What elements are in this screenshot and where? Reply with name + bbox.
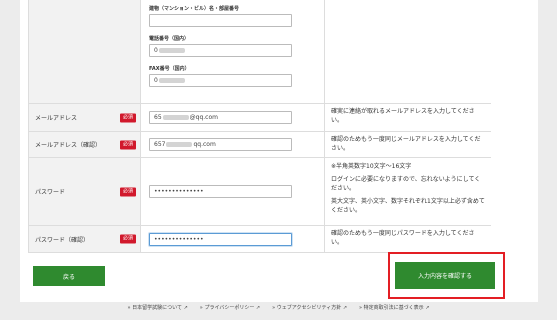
password-confirm-label: パスワード（確認） xyxy=(35,236,90,244)
required-badge: 必須 xyxy=(119,140,136,149)
address-row: 建物（マンション・ビル）名・部屋番号 電話番号（国内） 0 FAX番号（国内） … xyxy=(29,0,491,104)
building-label: 建物（マンション・ビル）名・部屋番号 xyxy=(149,6,240,12)
fax-input[interactable]: 0 xyxy=(149,74,292,87)
form-page: 建物（マンション・ビル）名・部屋番号 電話番号（国内） 0 FAX番号（国内） … xyxy=(20,0,538,302)
footer-links: » 日本留学試験について ↗ » プライバシーポリシー ↗ » ウェブアクセシビ… xyxy=(0,304,557,320)
phone-input[interactable]: 0 xyxy=(149,44,292,57)
password-confirm-value: •••••••••••••• xyxy=(154,235,204,243)
fax-label: FAX番号（国内） xyxy=(149,66,190,72)
password-label: パスワード xyxy=(35,189,66,196)
back-button[interactable]: 戻る xyxy=(33,266,105,286)
password-confirm-row: パスワード（確認） 必須 •••••••••••••• 確認のためもう一度同じパ… xyxy=(29,226,491,253)
email-row: メールアドレス 必須 65 @qq.com 確実に連絡が取れるメールアドレスを入… xyxy=(29,104,491,132)
email-confirm-label: メールアドレス（確認） xyxy=(35,142,102,149)
footer-link-accessibility[interactable]: » ウェブアクセシビリティ方針 ↗ xyxy=(272,304,347,320)
password-value: •••••••••••••• xyxy=(154,188,204,195)
password-note-chars: 英大文字、英小文字、数字それぞれ1文字以上必ず含めてください。 xyxy=(331,198,485,214)
password-confirm-note: 確認のためもう一度同じパスワードを入力してください。 xyxy=(331,230,475,246)
redacted-phone xyxy=(158,48,185,53)
password-confirm-value-cell: •••••••••••••• xyxy=(141,226,325,252)
footer-link-commerce-law[interactable]: » 特定商取引法に基づく表示 ↗ xyxy=(359,304,429,320)
password-value-cell: •••••••••••••• xyxy=(141,158,325,225)
phone-label: 電話番号（国内） xyxy=(149,36,190,42)
email-confirm-note: 確認のためもう一度同じメールアドレスを入力してください。 xyxy=(331,136,481,152)
email-confirm-value-prefix: 657 xyxy=(154,141,166,148)
password-input[interactable]: •••••••••••••• xyxy=(149,185,292,198)
required-badge: 必須 xyxy=(119,113,136,122)
password-note-remember: ログインに必要になりますので、忘れないようにしてください。 xyxy=(331,176,481,192)
password-confirm-input[interactable]: •••••••••••••• xyxy=(149,232,292,246)
redacted-email-confirm xyxy=(166,142,193,147)
fax-value: 0 xyxy=(154,77,158,84)
redacted-fax xyxy=(158,78,185,83)
footer-link-about-exam[interactable]: » 日本留学試験について ↗ xyxy=(128,304,188,320)
password-note-length: ※半角英数字10文字～16文字 xyxy=(331,163,412,170)
email-confirm-row: メールアドレス（確認） 必須 657 qq.com 確認のためもう一度同じメール… xyxy=(29,132,491,158)
phone-value: 0 xyxy=(154,47,158,54)
email-input[interactable]: 65 @qq.com xyxy=(149,111,292,124)
email-label-cell: メールアドレス 必須 xyxy=(29,104,141,131)
registration-form: 建物（マンション・ビル）名・部屋番号 電話番号（国内） 0 FAX番号（国内） … xyxy=(28,0,491,253)
email-confirm-input[interactable]: 657 qq.com xyxy=(149,138,292,151)
building-input[interactable] xyxy=(149,14,292,27)
address-label-cell xyxy=(29,0,141,103)
email-value-cell: 65 @qq.com xyxy=(141,104,325,131)
required-badge: 必須 xyxy=(119,234,136,244)
password-notes: ※半角英数字10文字～16文字 ログインに必要になりますので、忘れないようにして… xyxy=(325,158,491,225)
email-note: 確実に連絡が取れるメールアドレスを入力してください。 xyxy=(331,108,475,124)
password-confirm-label-cell: パスワード（確認） 必須 xyxy=(29,226,141,252)
email-confirm-label-cell: メールアドレス（確認） 必須 xyxy=(29,132,141,157)
email-confirm-value-suffix: qq.com xyxy=(193,141,216,148)
address-note xyxy=(325,0,491,103)
email-value-suffix: @qq.com xyxy=(189,114,218,121)
highlight-box xyxy=(388,252,505,299)
email-label: メールアドレス xyxy=(35,115,78,122)
email-confirm-value-cell: 657 qq.com xyxy=(141,132,325,157)
address-values: 建物（マンション・ビル）名・部屋番号 電話番号（国内） 0 FAX番号（国内） … xyxy=(141,0,325,103)
footer-link-privacy[interactable]: » プライバシーポリシー ↗ xyxy=(200,304,260,320)
required-badge: 必須 xyxy=(119,187,136,196)
redacted-email xyxy=(162,115,189,120)
password-row: パスワード 必須 •••••••••••••• ※半角英数字10文字～16文字 … xyxy=(29,158,491,226)
email-value-prefix: 65 xyxy=(154,114,162,121)
password-label-cell: パスワード 必須 xyxy=(29,158,141,225)
